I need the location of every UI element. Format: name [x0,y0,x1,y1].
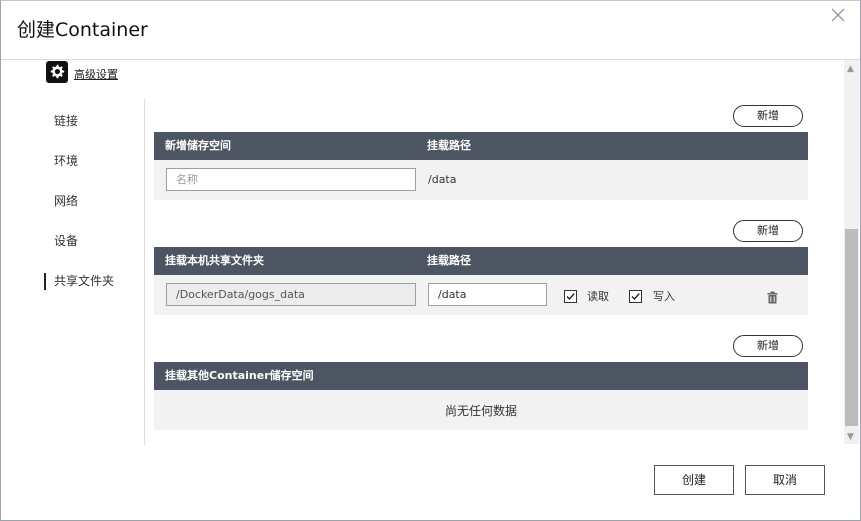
nav-divider [144,99,145,445]
container-storage-row: 尚无任何数据 [154,390,808,430]
mount-path-column-title: 挂载路径 [427,254,471,267]
nav-item-label: 网络 [54,194,79,208]
write-label: 写入 [653,290,675,303]
write-checkbox[interactable] [629,290,642,303]
nav-item-label: 环境 [54,154,79,168]
storage-name-input[interactable] [166,168,416,191]
nav-item-network[interactable]: 网络 [44,181,144,221]
scrollbar-thumb[interactable] [845,229,858,426]
scroll-down-icon[interactable]: ▼ [847,432,854,442]
new-storage-column-title: 新增储存空间 [165,139,231,152]
shared-folder-path-field[interactable] [166,283,416,306]
host-share-header: 挂载本机共享文件夹 挂载路径 [154,247,808,275]
read-label: 读取 [587,290,609,303]
mount-path-column-title: 挂载路径 [427,139,471,152]
gear-icon [46,61,68,83]
create-button[interactable]: 创建 [654,465,734,495]
nav-item-devices[interactable]: 设备 [44,221,144,261]
title-divider [1,59,860,60]
nav-item-environment[interactable]: 环境 [44,141,144,181]
container-storage-header: 挂载其他Container储存空间 [154,362,808,390]
dialog-title: 创建Container [17,19,148,41]
shared-folder-mount-input[interactable] [428,283,547,306]
nav-item-shared-folders[interactable]: 共享文件夹 [44,261,144,301]
nav-item-links[interactable]: 链接 [44,101,144,141]
side-nav: 链接 环境 网络 设备 共享文件夹 [44,101,144,301]
nav-item-label: 链接 [54,114,79,128]
host-share-column-title: 挂载本机共享文件夹 [165,254,264,267]
cancel-button[interactable]: 取消 [745,465,825,495]
close-icon[interactable] [828,7,848,27]
add-shared-folder-button[interactable]: 新增 [733,220,803,242]
add-storage-button[interactable]: 新增 [733,105,803,127]
create-container-dialog: 创建Container 高级设置 链接 环境 网络 设备 共享文件夹 新增 新增… [0,0,861,521]
content-scrollbar[interactable]: ▲ ▼ [844,60,859,444]
nav-item-label: 设备 [54,234,79,248]
advanced-settings[interactable]: 高级设置 [46,59,118,83]
new-storage-row: /data [154,160,808,200]
add-container-storage-button[interactable]: 新增 [733,335,803,357]
scroll-up-icon[interactable]: ▲ [847,64,854,74]
container-storage-column-title: 挂载其他Container储存空间 [165,369,314,382]
storage-mount-path: /data [428,173,457,186]
new-storage-header: 新增储存空间 挂载路径 [154,132,808,160]
host-share-row: 读取 写入 [154,275,808,315]
nav-item-label: 共享文件夹 [54,274,115,288]
trash-icon[interactable] [767,289,778,308]
empty-state-text: 尚无任何数据 [444,404,517,418]
advanced-settings-label[interactable]: 高级设置 [74,68,118,82]
read-checkbox[interactable] [564,290,577,303]
